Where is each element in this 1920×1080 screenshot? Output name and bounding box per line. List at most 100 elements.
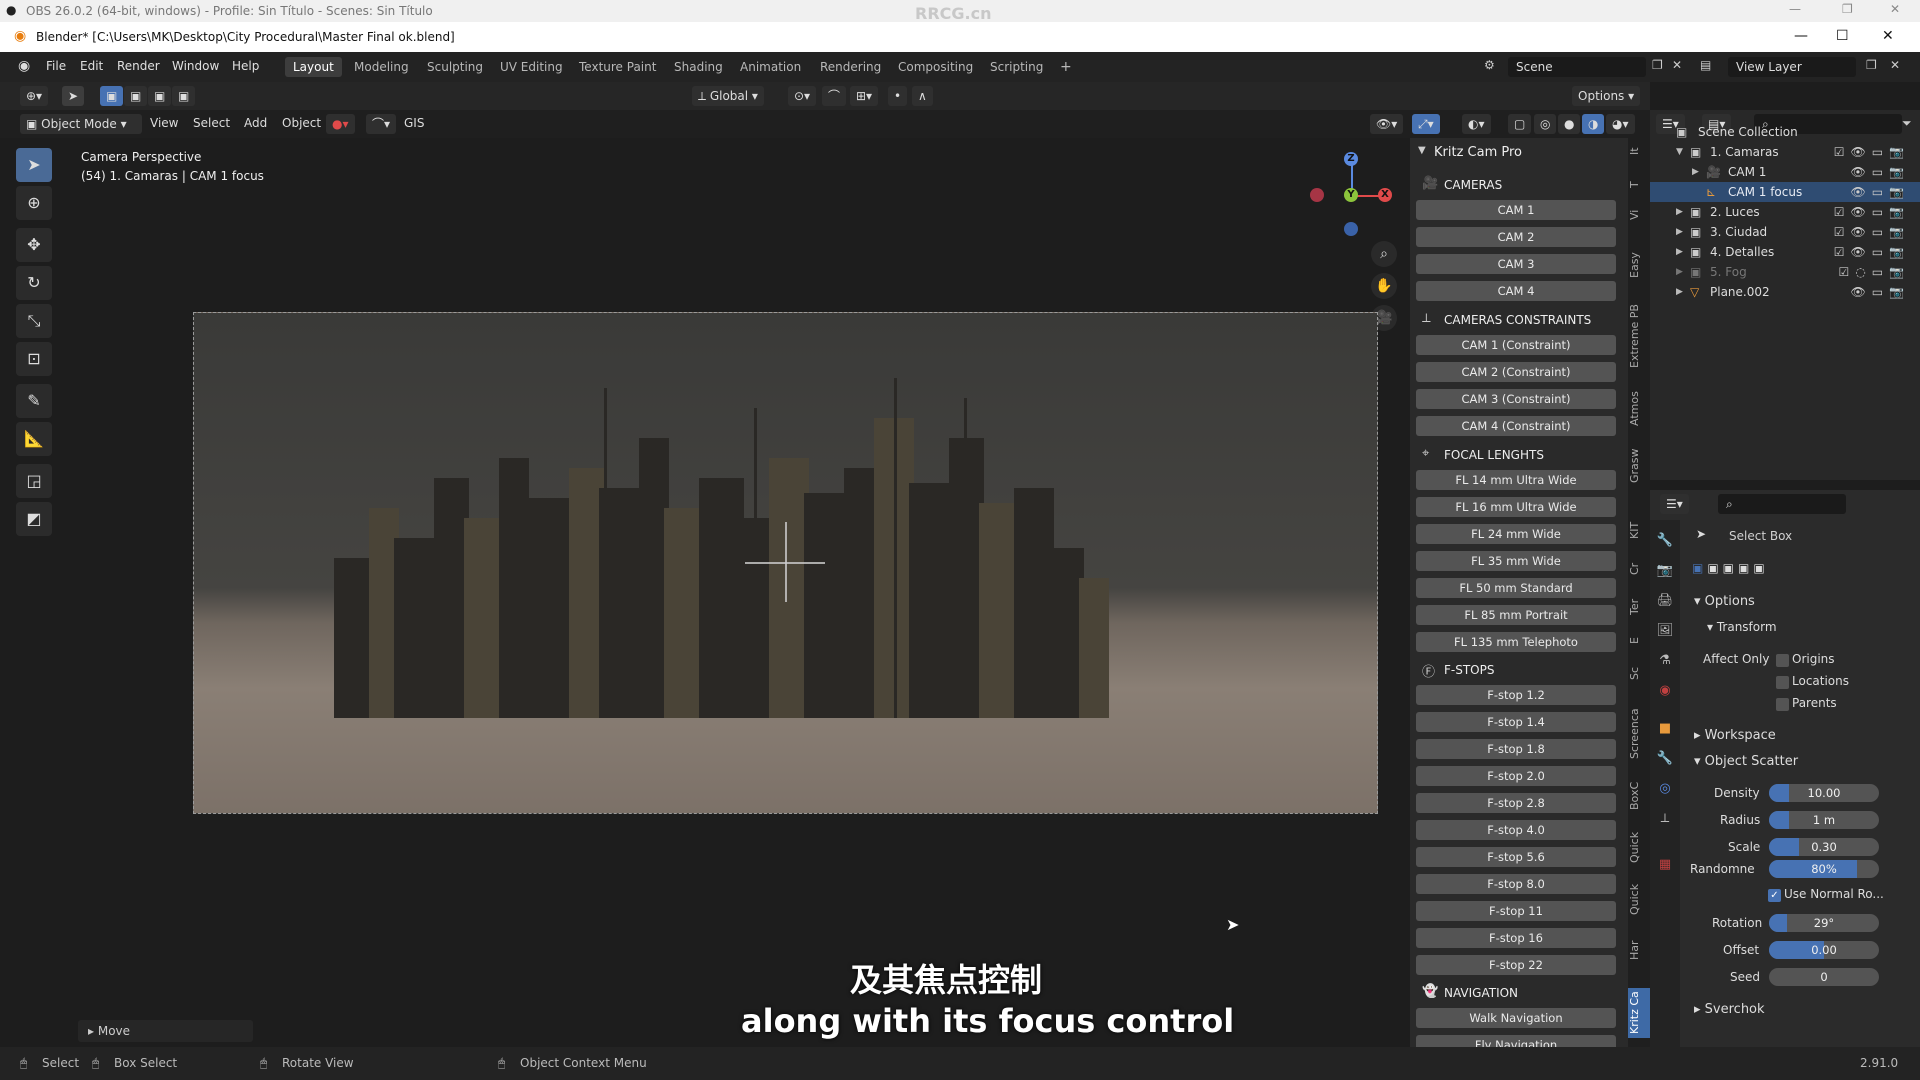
maximize-icon[interactable]: ☐ (1836, 28, 1849, 44)
select-mode-invert-icon[interactable]: ▣ (172, 86, 196, 106)
origins-checkbox[interactable] (1776, 654, 1789, 667)
tab-grasw[interactable]: Grasw (1628, 444, 1650, 488)
material-shading-icon[interactable]: ◑ (1582, 114, 1605, 134)
visibility-toggles[interactable]: 👁▭📷 (1850, 162, 1910, 182)
options-dropdown[interactable]: Options ▾ (1572, 86, 1641, 106)
fl-24-button[interactable]: FL 24 mm Wide (1416, 524, 1616, 544)
fl-35-button[interactable]: FL 35 mm Wide (1416, 551, 1616, 571)
tab-easy[interactable]: Easy (1628, 248, 1650, 282)
menu-add[interactable]: Add (244, 116, 267, 130)
view-layer-props-icon[interactable]: 🖼 (1656, 622, 1674, 640)
new-scene-icon[interactable]: ❐ (1652, 58, 1663, 72)
cursor-tool-icon[interactable]: ⊕ (16, 186, 52, 220)
tab-e[interactable]: E (1628, 634, 1650, 648)
expand-arrow-icon[interactable]: ▼ (1676, 142, 1683, 162)
navigation-gizmo[interactable]: Z Y X (1306, 150, 1396, 240)
tab-view[interactable]: Vi (1628, 204, 1650, 226)
tab-rendering[interactable]: Rendering (812, 57, 889, 77)
select-mode-buttons[interactable]: ▣▣▣▣▣ (1692, 561, 1792, 579)
expand-arrow-icon[interactable]: ▶ (1676, 242, 1683, 262)
delete-scene-icon[interactable]: ✕ (1672, 58, 1682, 72)
tab-scripting[interactable]: Scripting (982, 57, 1051, 77)
menu-window[interactable]: Window (172, 59, 219, 73)
tab-cr[interactable]: Cr (1628, 560, 1650, 578)
visibility-toggles[interactable]: 👁▭📷 (1850, 182, 1910, 202)
add-plane-tool-icon[interactable]: ◩ (16, 502, 52, 536)
obs-maximize-icon[interactable]: ❐ (1842, 2, 1853, 16)
scene-field[interactable]: Scene (1508, 57, 1646, 77)
visibility-toggles[interactable]: ☑👁▭📷 (1834, 202, 1910, 222)
snap-icon[interactable]: ⌒ (822, 86, 847, 106)
tab-kit[interactable]: KIT (1628, 518, 1650, 542)
parents-checkbox[interactable] (1776, 698, 1789, 711)
outliner-row[interactable]: ▼ ▣ 1. Camaras ☑👁▭📷 (1650, 142, 1920, 162)
cam-3-constraint-button[interactable]: CAM 3 (Constraint) (1416, 389, 1616, 409)
gizmo-neg-x-icon[interactable] (1310, 188, 1324, 202)
gizmo-x-icon[interactable]: X (1378, 188, 1392, 202)
outliner-row-selected[interactable]: ⊾ CAM 1 focus 👁▭📷 (1650, 182, 1920, 202)
menu-edit[interactable]: Edit (80, 59, 103, 73)
solid-shading-icon[interactable]: ● (1558, 114, 1581, 134)
orientation-dropdown[interactable]: ⟂ Global ▾ (692, 86, 764, 106)
object-props-icon[interactable]: ■ (1656, 720, 1674, 738)
fl-14-button[interactable]: FL 14 mm Ultra Wide (1416, 470, 1616, 490)
shading-color-icon[interactable]: ●▾ (326, 114, 355, 134)
outliner-row[interactable]: ▶ ▣ 3. Ciudad ☑👁▭📷 (1650, 222, 1920, 242)
fstop-22-button[interactable]: F-stop 22 (1416, 955, 1616, 975)
visibility-toggles[interactable]: ☑👁▭📷 (1834, 242, 1910, 262)
add-workspace-icon[interactable]: + (1052, 57, 1080, 77)
fstop-4-0-button[interactable]: F-stop 4.0 (1416, 820, 1616, 840)
select-mode-new-icon[interactable]: ▣ (100, 86, 124, 106)
outliner-row[interactable]: ▶ ▣ 2. Luces ☑👁▭📷 (1650, 202, 1920, 222)
obs-close-icon[interactable]: ✕ (1890, 2, 1900, 16)
outliner-row[interactable]: ▶ ▽ Plane.002 👁▭📷 (1650, 282, 1920, 302)
add-cube-tool-icon[interactable]: ◲ (16, 464, 52, 498)
outliner-row[interactable]: ▶ ▣ 4. Detalles ☑👁▭📷 (1650, 242, 1920, 262)
visibility-toggles[interactable]: ☑◌▭📷 (1838, 262, 1910, 282)
rotation-slider[interactable]: 29° (1769, 914, 1879, 932)
render-props-icon[interactable]: 📷 (1656, 562, 1674, 580)
select-tool-icon[interactable]: ➤ (62, 86, 85, 106)
properties-search-input[interactable]: ⌕ (1718, 494, 1846, 514)
select-box-tool-icon[interactable]: ➤ (16, 148, 52, 182)
menu-file[interactable]: File (46, 59, 66, 73)
cam-1-button[interactable]: CAM 1 (1416, 200, 1616, 220)
outliner-row[interactable]: ▶ 🎥 CAM 1 👁▭📷 (1650, 162, 1920, 182)
fl-50-button[interactable]: FL 50 mm Standard (1416, 578, 1616, 598)
visibility-toggles[interactable]: ☑👁▭📷 (1834, 222, 1910, 242)
transform-tool-icon[interactable]: ⊡ (16, 342, 52, 376)
wireframe-shading-icon[interactable]: ◎ (1534, 114, 1557, 134)
cam-3-button[interactable]: CAM 3 (1416, 254, 1616, 274)
transform-section[interactable]: ▾ Transform (1707, 620, 1777, 634)
visibility-icon[interactable]: 👁▾ (1370, 114, 1404, 134)
menu-view[interactable]: View (150, 116, 178, 130)
cam-4-constraint-button[interactable]: CAM 4 (Constraint) (1416, 416, 1616, 436)
expand-arrow-icon[interactable]: ▶ (1676, 262, 1683, 282)
tab-screenca[interactable]: Screenca (1628, 704, 1650, 764)
xray-icon[interactable]: ▢ (1508, 114, 1532, 134)
blender-menu-icon[interactable]: ◉ (18, 58, 30, 74)
menu-help[interactable]: Help (232, 59, 259, 73)
texture-props-icon[interactable]: ▦ (1656, 856, 1674, 874)
gizmo-y-icon[interactable]: Y (1344, 188, 1358, 202)
tab-sc[interactable]: Sc (1628, 664, 1650, 682)
menu-select[interactable]: Select (193, 116, 230, 130)
locations-checkbox[interactable] (1776, 676, 1789, 689)
randomness-slider[interactable]: 80% (1769, 860, 1879, 878)
options-section[interactable]: ▾ Options (1694, 594, 1755, 609)
gizmo-z-icon[interactable]: Z (1344, 152, 1358, 166)
seed-field[interactable]: 0 (1769, 968, 1879, 986)
tab-quick-1[interactable]: Quick (1628, 828, 1650, 866)
menu-render[interactable]: Render (117, 59, 160, 73)
expand-arrow-icon[interactable]: ▶ (1676, 222, 1683, 242)
fstop-1-2-button[interactable]: F-stop 1.2 (1416, 685, 1616, 705)
cam-4-button[interactable]: CAM 4 (1416, 281, 1616, 301)
menu-gis[interactable]: GIS (404, 116, 424, 130)
delete-view-layer-icon[interactable]: ✕ (1890, 58, 1900, 72)
tab-texture-paint[interactable]: Texture Paint (571, 57, 664, 77)
use-normal-checkbox[interactable]: ✓ (1768, 889, 1781, 902)
tab-modeling[interactable]: Modeling (346, 57, 417, 77)
cam-2-constraint-button[interactable]: CAM 2 (Constraint) (1416, 362, 1616, 382)
tab-boxc[interactable]: BoxC (1628, 778, 1650, 814)
sverchok-section[interactable]: ▸ Sverchok (1694, 1002, 1765, 1017)
